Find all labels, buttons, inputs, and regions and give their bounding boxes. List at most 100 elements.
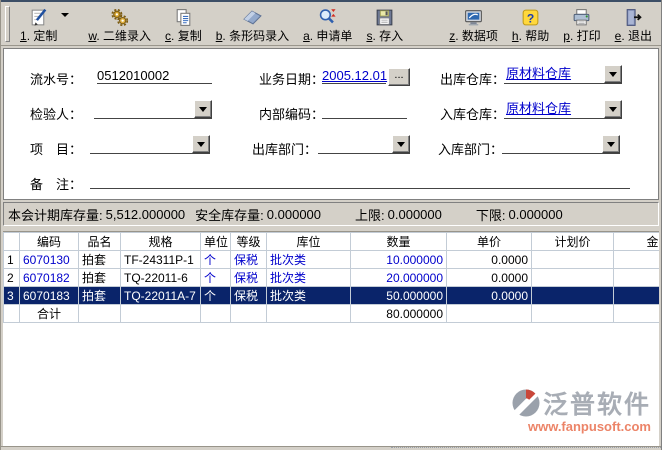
barcode-entry-button[interactable]: b. 条形码录入 xyxy=(213,4,292,44)
in-dept-label: 入库部门： xyxy=(438,139,503,158)
col-header-location: 库位 xyxy=(267,233,351,251)
copy-button[interactable]: c. 复制 xyxy=(162,4,205,44)
inspector-label: 检验人： xyxy=(30,104,82,123)
exit-button[interactable]: e. 退出 xyxy=(612,4,655,44)
exit-button-label: e. 退出 xyxy=(615,29,652,43)
biz-date-browse-button[interactable]: ... xyxy=(388,68,410,86)
project-combo[interactable] xyxy=(90,136,210,154)
data-items-button-label: z. 数据项 xyxy=(449,29,498,43)
2d-entry-button[interactable]: w. 二维录入 xyxy=(85,4,154,44)
table-total-row: 合计 80.000000 xyxy=(4,305,660,323)
customize-dropdown-arrow-icon[interactable] xyxy=(61,13,69,17)
cell-amount xyxy=(614,287,660,305)
internal-code-label: 内部编码： xyxy=(259,104,324,123)
help-button[interactable]: ? h. 帮助 xyxy=(509,4,552,44)
biz-date-field[interactable]: 2005.12.01 xyxy=(322,67,386,84)
items-grid-panel: 编码 品名 规格 单位 等级 库位 数量 单价 计划价 金额 1 6070130… xyxy=(3,231,659,446)
cell-amount xyxy=(614,269,660,287)
toolbar-right-group: z. 数据项 ? h. 帮助 p. 打印 e. 退出 xyxy=(446,4,655,44)
cell-price: 0.0000 xyxy=(447,269,532,287)
vendor-url: www.fanpusoft.com xyxy=(511,419,651,434)
safe-stock-value: 0.000000 xyxy=(267,207,321,222)
inventory-transfer-window: 1. 定制 w. 二维录入 c. 复制 b. 条形码录入 xyxy=(0,0,662,450)
cell-unit: 个 xyxy=(201,269,231,287)
out-warehouse-combo[interactable]: 原材料仓库 xyxy=(504,66,622,84)
period-stock-value: 5,512.000000 xyxy=(106,207,186,222)
cell-spec: TQ-22011A-7 xyxy=(121,287,201,305)
cell-name: 拍套 xyxy=(79,269,121,287)
in-dept-dropdown-button[interactable] xyxy=(602,135,620,153)
lower-limit-label: 下限: xyxy=(476,205,506,224)
printer-icon xyxy=(571,7,592,29)
in-warehouse-combo[interactable]: 原材料仓库 xyxy=(504,101,622,119)
total-label: 合计 xyxy=(20,305,79,323)
project-label: 项 目： xyxy=(30,139,82,158)
cell-unit: 个 xyxy=(201,251,231,269)
cell-rownum: 2 xyxy=(4,269,20,287)
in-warehouse-value: 原材料仓库 xyxy=(506,98,571,117)
cell-plan-price xyxy=(532,287,614,305)
in-warehouse-dropdown-button[interactable] xyxy=(604,100,622,118)
col-header-grade: 等级 xyxy=(231,233,267,251)
print-button-label: p. 打印 xyxy=(563,29,600,43)
cell-location: 批次类 xyxy=(267,287,351,305)
data-items-button[interactable]: z. 数据项 xyxy=(446,4,501,44)
out-warehouse-value: 原材料仓库 xyxy=(506,63,571,82)
cell-qty: 10.000000 xyxy=(351,251,447,269)
exit-door-icon xyxy=(623,7,644,29)
table-row[interactable]: 1 6070130 拍套 TF-24311P-1 个 保税 批次类 10.000… xyxy=(4,251,660,269)
cell-qty: 20.000000 xyxy=(351,269,447,287)
table-row-selected[interactable]: 3 6070183 拍套 TQ-22011A-7 个 保税 批次类 50.000… xyxy=(4,287,660,305)
cell-price: 0.0000 xyxy=(447,251,532,269)
col-header-price: 单价 xyxy=(447,233,532,251)
cell-name: 拍套 xyxy=(79,287,121,305)
document-header-form: 流水号： 0512010002 业务日期： 2005.12.01 ... 出库仓… xyxy=(3,48,659,200)
biz-date-label: 业务日期： xyxy=(259,69,324,88)
magnifier-refresh-icon xyxy=(317,7,338,29)
customize-icon xyxy=(28,7,49,29)
inspector-combo[interactable] xyxy=(94,101,212,119)
cell-location: 批次类 xyxy=(267,251,351,269)
gears-icon xyxy=(109,7,130,29)
request-form-button[interactable]: a. 申请单 xyxy=(300,4,355,44)
col-header-name: 品名 xyxy=(79,233,121,251)
customize-button-label: 1. 定制 xyxy=(20,29,57,43)
cell-grade: 保税 xyxy=(231,287,267,305)
out-dept-dropdown-button[interactable] xyxy=(392,135,410,153)
cell-plan-price xyxy=(532,251,614,269)
toolbar: 1. 定制 w. 二维录入 c. 复制 b. 条形码录入 xyxy=(1,2,661,46)
project-dropdown-button[interactable] xyxy=(192,135,210,153)
vendor-name: 泛普软件 xyxy=(543,385,651,421)
cell-rownum: 3 xyxy=(4,287,20,305)
cell-grade: 保税 xyxy=(231,251,267,269)
cell-code: 6070183 xyxy=(20,287,79,305)
serial-label: 流水号： xyxy=(30,69,82,88)
in-dept-combo[interactable] xyxy=(502,136,620,154)
request-form-button-label: a. 申请单 xyxy=(303,29,352,43)
cell-qty: 50.000000 xyxy=(351,287,447,305)
table-header-row: 编码 品名 规格 单位 等级 库位 数量 单价 计划价 金额 xyxy=(4,233,660,251)
inspector-dropdown-button[interactable] xyxy=(194,100,212,118)
internal-code-field[interactable] xyxy=(322,102,407,119)
out-warehouse-dropdown-button[interactable] xyxy=(604,65,622,83)
save-button[interactable]: s. 存入 xyxy=(363,4,406,44)
out-dept-combo[interactable] xyxy=(318,136,410,154)
remark-field[interactable] xyxy=(90,172,630,189)
period-stock-label: 本会计期库存量: xyxy=(8,205,103,224)
out-warehouse-label: 出库仓库： xyxy=(440,69,505,88)
toolbar-grip[interactable] xyxy=(5,6,10,42)
customize-button[interactable]: 1. 定制 xyxy=(17,4,60,44)
col-header-qty: 数量 xyxy=(351,233,447,251)
out-dept-label: 出库部门： xyxy=(252,139,317,158)
help-button-label: h. 帮助 xyxy=(512,29,549,43)
table-row[interactable]: 2 6070182 拍套 TQ-22011-6 个 保税 批次类 20.0000… xyxy=(4,269,660,287)
col-header-unit: 单位 xyxy=(201,233,231,251)
cell-rownum xyxy=(4,305,20,323)
upper-limit-label: 上限: xyxy=(355,205,385,224)
print-button[interactable]: p. 打印 xyxy=(560,4,603,44)
upper-limit-value: 0.000000 xyxy=(388,207,442,222)
serial-field[interactable]: 0512010002 xyxy=(97,67,212,84)
col-header-spec: 规格 xyxy=(121,233,201,251)
cell-location: 批次类 xyxy=(267,269,351,287)
col-header-plan-price: 计划价 xyxy=(532,233,614,251)
